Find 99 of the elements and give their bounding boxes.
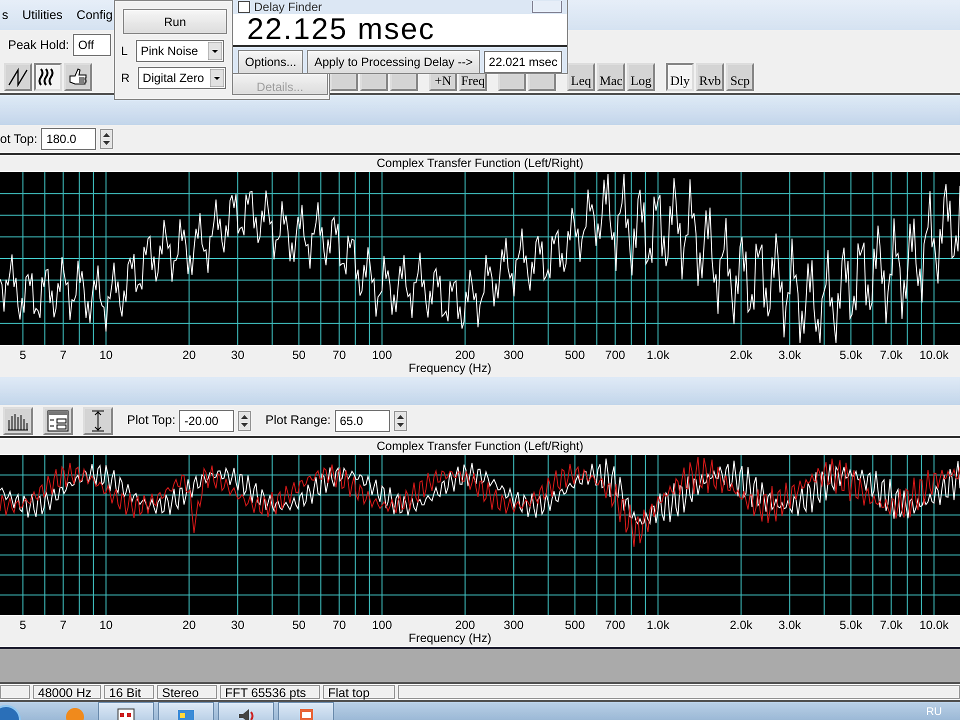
plot-control-label: Plot Top: (127, 412, 176, 430)
toolbar-button[interactable]: Leq (567, 62, 595, 90)
toolbar-button[interactable] (34, 62, 62, 90)
channel-label: R (121, 70, 130, 87)
axis-tick-label: 300 (504, 618, 524, 632)
down-arrow-icon[interactable] (103, 141, 110, 145)
run-button[interactable]: Run (123, 9, 227, 34)
taskbar-button[interactable] (98, 702, 154, 720)
toolbar-button[interactable]: Scp (726, 62, 754, 90)
axis-tick-label: 7.0k (880, 618, 903, 632)
axis-tick-label: 7 (60, 348, 67, 362)
axis-label: Frequency (Hz) (408, 361, 492, 375)
axis-tick-label: 10.0k (919, 618, 949, 632)
apply-delay-button[interactable]: Apply to Processing Delay --> (307, 50, 480, 74)
plot-control-field[interactable]: -20.00 (179, 410, 234, 432)
status-field: 16 Bit (104, 685, 154, 699)
axis-tick-label: 100 (372, 618, 392, 632)
axis-tick-label: 500 (564, 618, 585, 632)
status-field: 48000 Hz (33, 685, 101, 699)
plot-control-label: Plot Range: (265, 412, 331, 430)
axis-tick-label: 3.0k (778, 348, 802, 362)
toolbar-button[interactable] (4, 62, 32, 90)
axis-tick-label: 5 (20, 618, 26, 632)
dropdown-arrow-icon[interactable] (208, 42, 222, 60)
toolbar-button[interactable]: Log (627, 62, 655, 90)
down-arrow-icon[interactable] (396, 422, 404, 426)
axis-tick-label: 10 (99, 348, 113, 362)
toolbar-button[interactable] (83, 406, 113, 434)
axis-tick-label: 70 (332, 348, 346, 362)
menu-item[interactable]: Utilities (22, 6, 63, 24)
axis-tick-label: 5 (20, 348, 26, 362)
axis-tick-label: 100 (372, 348, 392, 362)
status-field: Stereo (157, 685, 217, 699)
axis-tick-label: 30 (231, 618, 244, 632)
spin-button[interactable] (238, 410, 252, 430)
spin-button[interactable] (394, 410, 407, 430)
speaker-icon (236, 706, 256, 720)
hand-icon (68, 66, 88, 86)
axis-tick-label: 10 (99, 618, 113, 632)
menu-item[interactable]: s (2, 6, 8, 24)
up-arrow-icon[interactable] (241, 414, 248, 418)
axis-tick-label: 2.0k (730, 618, 752, 632)
up-arrow-icon[interactable] (103, 133, 110, 137)
axis-tick-label: 1.0k (646, 618, 670, 632)
axis-tick-label: 7.0k (880, 348, 903, 362)
axis-tick-label: 10.0k (919, 348, 949, 362)
spin-button[interactable] (100, 129, 114, 149)
axis-tick-label: 30 (231, 348, 244, 362)
peak-hold-label: Peak Hold: (8, 36, 70, 54)
axis-tick-label: 200 (455, 618, 476, 632)
toolbar-button[interactable]: Dly (666, 62, 694, 90)
plot-control-field[interactable]: 180.0 (41, 128, 96, 150)
axis-label: Frequency (Hz) (408, 631, 492, 645)
axis-tick-label: 3.0k (778, 618, 802, 632)
axis-tick-label: 1.0k (646, 348, 670, 362)
axis-tick-label: 5.0k (840, 618, 862, 632)
options-button[interactable]: Options... (238, 50, 304, 74)
toolbar-button[interactable]: Rvb (696, 62, 724, 90)
axis-tick-label: 200 (455, 348, 476, 362)
title-bar-button[interactable] (532, 0, 562, 12)
toolbar-button[interactable]: Mac (597, 62, 625, 90)
checkbox[interactable] (238, 0, 250, 12)
axis-tick-label: 5.0k (840, 348, 862, 362)
toolbar-button[interactable] (64, 62, 92, 90)
axis-tick-label: 2.0k (730, 348, 752, 362)
axis-tick-label: 70 (332, 618, 346, 632)
axis-tick-label: 700 (605, 348, 626, 362)
calendar-icon (116, 706, 136, 720)
delay-value-field[interactable]: 22.021 msec (484, 51, 562, 73)
axis-tick-label: 7 (60, 618, 67, 632)
axis-tick-label: 300 (504, 348, 524, 362)
signal-select[interactable]: Digital Zero (138, 67, 226, 89)
up-arrow-icon[interactable] (396, 414, 404, 418)
status-field: FFT 65536 pts (220, 685, 320, 699)
status-field: Flat top (323, 685, 395, 699)
plot-control-label: ot Top: (0, 130, 38, 148)
axis-tick-label: 700 (605, 618, 626, 632)
start-button[interactable] (0, 702, 22, 720)
status-field (0, 685, 30, 699)
toolbar-button[interactable] (3, 406, 33, 434)
vertical-range-icon (90, 410, 106, 432)
axis-tick-label: 50 (292, 348, 306, 362)
sawtooth-icon (8, 66, 28, 86)
menu-item[interactable]: Config (76, 6, 113, 24)
channel-label: L (121, 43, 128, 60)
window-icon (47, 410, 69, 432)
plot-control-field[interactable]: 65.0 (334, 410, 390, 432)
axis-tick-label: 50 (292, 618, 306, 632)
window-title: Delay Finder (254, 0, 322, 16)
peak-hold-select[interactable]: Off (73, 34, 112, 56)
down-arrow-icon[interactable] (241, 422, 248, 426)
taskbar-button[interactable] (218, 702, 274, 720)
toolbar-button[interactable] (43, 406, 73, 434)
signal-select[interactable]: Pink Noise (136, 40, 224, 62)
axis-tick-label: 500 (564, 348, 585, 362)
dropdown-arrow-icon[interactable] (210, 69, 224, 88)
axis-tick-label: 20 (182, 348, 196, 362)
axis-tick-label: 20 (182, 618, 196, 632)
delay-reading: 22.125 msec (233, 14, 567, 47)
